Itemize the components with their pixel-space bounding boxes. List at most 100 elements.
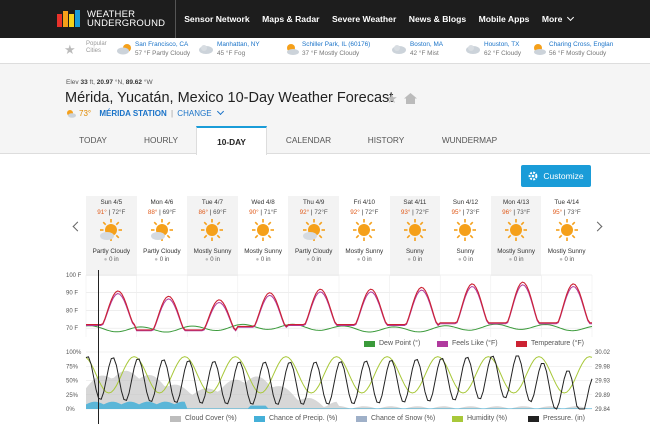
legend-label: Feels Like (°F) <box>452 340 498 347</box>
location-header: Elev 33 ft, 20.97 °N, 89.62 °W Mérida, Y… <box>0 64 650 126</box>
day-cell[interactable]: Mon 4/13 96° | 73°F Mostly Sunny ● 0 in <box>490 196 542 276</box>
nav-more[interactable]: More <box>542 13 575 24</box>
nav-news-blogs[interactable]: News & Blogs <box>409 14 466 24</box>
legend-label: Humidity (%) <box>467 415 508 422</box>
sunny-icon <box>555 219 578 241</box>
sunny-icon <box>252 219 275 241</box>
y-tick-label-right: 29.98 <box>595 364 611 370</box>
wu-logo[interactable]: WEATHER UNDERGROUND <box>56 8 165 30</box>
prev-arrow-icon[interactable] <box>72 221 83 232</box>
day-cell[interactable]: Thu 4/9 92° | 72°F Partly Cloudy ● 0 in <box>288 196 339 276</box>
y-tick-label: 90 F <box>66 291 78 297</box>
tab-history[interactable]: HISTORY <box>350 126 422 154</box>
legend-feels-like[interactable]: Feels Like (°F) <box>437 340 498 347</box>
sunny-icon <box>454 219 477 241</box>
legend-chance-snow[interactable]: Chance of Snow (%) <box>356 415 435 422</box>
day-high: 95° <box>552 209 563 216</box>
city-weather: 45 °F Fog <box>217 50 246 57</box>
day-cell[interactable]: Tue 4/14 95° | 73°F Mostly Sunny ● 0 in <box>541 196 592 276</box>
legend-chance-precip[interactable]: Chance of Precip. (%) <box>254 415 337 422</box>
day-condition: Partly Cloudy <box>92 248 131 255</box>
day-precip: ● 0 in <box>137 257 188 263</box>
favorite-star-icon[interactable]: ★ <box>386 91 398 107</box>
nav-severe-weather[interactable]: Severe Weather <box>332 14 396 24</box>
next-arrow-icon[interactable] <box>592 221 603 232</box>
day-cell[interactable]: Fri 4/10 92° | 72°F Mostly Sunny ● 0 in <box>339 196 390 276</box>
raindrop-icon: ● <box>204 257 209 263</box>
day-temps: 93° | 72°F <box>400 209 429 216</box>
raindrop-icon: ● <box>356 257 361 263</box>
city-weather: 37 °F Mostly Cloudy <box>302 50 360 57</box>
customize-button[interactable]: Customize <box>521 165 591 187</box>
day-cell[interactable]: Sat 4/11 93° | 72°F Sunny ● 0 in <box>389 196 441 276</box>
day-precip-value: 0 in <box>362 257 372 263</box>
legend-label: Dew Point (°) <box>379 340 421 347</box>
partly-cloudy-icon <box>67 110 76 118</box>
day-low: 72°F <box>415 209 429 216</box>
page-title: Mérida, Yucatán, Mexico 10-Day Weather F… <box>65 90 394 106</box>
day-low: 69°F <box>213 209 227 216</box>
tab-10-day[interactable]: 10-DAY <box>196 126 267 155</box>
star-icon[interactable]: ★ <box>64 42 76 58</box>
nav-sensor-network[interactable]: Sensor Network <box>184 14 249 24</box>
day-cell[interactable]: Sun 4/12 95° | 73°F Sunny ● 0 in <box>440 196 491 276</box>
day-date: Mon 4/6 <box>150 199 174 206</box>
day-low: 73°F <box>516 209 531 216</box>
legend-label: Chance of Precip. (%) <box>269 415 338 422</box>
home-icon[interactable] <box>404 93 417 104</box>
cloudy-icon <box>392 45 406 54</box>
day-precip: ● 0 in <box>187 257 238 263</box>
lat-unit: °N, <box>114 79 124 86</box>
sunny-icon <box>403 219 426 241</box>
change-station-link[interactable]: CHANGE <box>177 109 211 118</box>
legend-label: Cloud Cover (%) <box>185 415 237 422</box>
current-time-marker <box>98 270 100 424</box>
partly-cloudy-icon <box>117 44 131 55</box>
tab-wundermap[interactable]: WUNDERMAP <box>422 126 517 154</box>
day-condition: Sunny <box>456 248 475 255</box>
y-tick-label-left: 100% <box>66 350 82 356</box>
day-cell[interactable]: Mon 4/6 88° | 69°F Partly Cloudy ● 0 in <box>137 196 188 276</box>
day-precip: ● 0 in <box>339 257 390 263</box>
day-high: 86° <box>198 209 208 216</box>
nav-maps-radar[interactable]: Maps & Radar <box>262 14 319 24</box>
day-cell[interactable]: Tue 4/7 86° | 69°F Mostly Sunny ● 0 in <box>187 196 238 276</box>
legend-humidity[interactable]: Humidity (%) <box>452 415 507 422</box>
day-precip-value: 0 in <box>210 257 220 263</box>
lon-unit: °W <box>143 79 153 86</box>
day-cell[interactable]: Sun 4/5 91° | 72°F Partly Cloudy ● 0 in <box>86 196 137 276</box>
day-low: 69°F <box>162 209 176 216</box>
day-temps: 95° | 73°F <box>552 209 581 216</box>
current-temp: 73° <box>79 109 92 118</box>
raindrop-icon: ● <box>508 257 513 263</box>
forecast-tabs: TODAY HOURLY 10-DAY CALENDAR HISTORY WUN… <box>0 126 650 155</box>
day-precip-value: 0 in <box>159 257 170 263</box>
day-precip-value: 0 in <box>109 257 119 263</box>
day-high: 91° <box>97 209 107 216</box>
y-tick-label-right: 29.89 <box>595 393 611 399</box>
legend-pressure[interactable]: Pressure. (in) <box>528 415 585 422</box>
tab-today[interactable]: TODAY <box>60 126 126 154</box>
nav-mobile-apps[interactable]: Mobile Apps <box>479 14 530 24</box>
day-temps: 88° | 69°F <box>147 209 176 216</box>
tab-calendar[interactable]: CALENDAR <box>267 126 350 154</box>
day-low: 72°F <box>314 209 328 216</box>
y-tick-label-left: 25% <box>66 393 79 399</box>
day-condition: Mostly Sunny <box>345 248 384 255</box>
day-condition: Mostly Sunny <box>497 248 535 255</box>
day-date: Thu 4/9 <box>303 199 325 206</box>
station-name[interactable]: MÉRIDA STATION <box>99 109 166 118</box>
legend-temperature[interactable]: Temperature (°F) <box>516 340 584 347</box>
cloudy-icon <box>199 45 213 54</box>
legend-cloud-cover[interactable]: Cloud Cover (%) <box>170 415 237 422</box>
station-selector: 73° MÉRIDA STATION | CHANGE <box>65 107 224 118</box>
lon-value: 89.62 <box>125 79 143 86</box>
day-condition: Mostly Sunny <box>547 248 586 255</box>
day-temps: 96° | 73°F <box>502 209 531 216</box>
day-low: 73°F <box>466 209 480 216</box>
tab-hourly[interactable]: HOURLY <box>126 126 196 154</box>
legend-dew-point[interactable]: Dew Point (°) <box>364 340 420 347</box>
chevron-down-icon[interactable] <box>216 107 224 116</box>
day-precip-value: 0 in <box>463 257 473 263</box>
day-cell[interactable]: Wed 4/8 90° | 71°F Mostly Sunny ● 0 in <box>238 196 289 276</box>
